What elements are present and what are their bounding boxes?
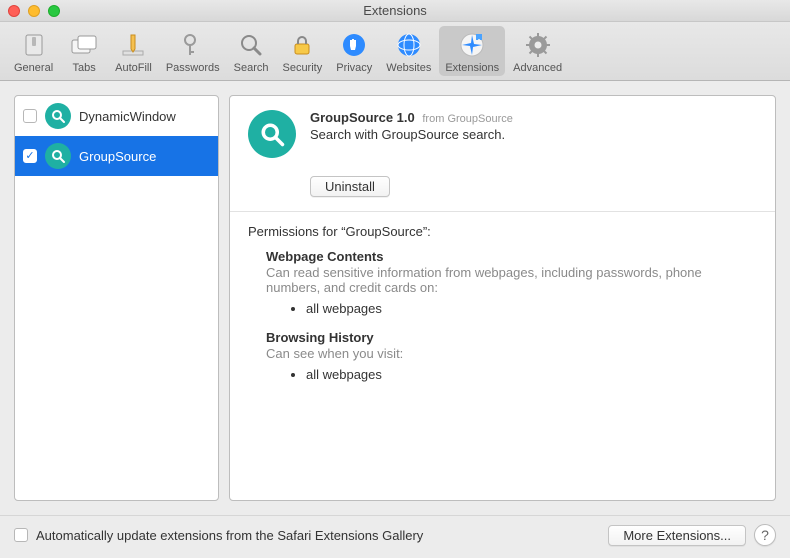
section-title: Browsing History xyxy=(266,330,757,345)
extension-name: GroupSource xyxy=(79,149,156,164)
check-icon: ✓ xyxy=(25,151,34,162)
toolbar-websites[interactable]: Websites xyxy=(380,26,437,76)
toolbar-security[interactable]: Security xyxy=(276,26,328,76)
auto-update-label: Automatically update extensions from the… xyxy=(36,528,600,543)
hand-icon xyxy=(338,29,370,61)
enable-checkbox[interactable] xyxy=(23,109,37,123)
window-title: Extensions xyxy=(0,3,790,18)
extension-title: GroupSource 1.0 xyxy=(310,110,415,125)
safari-puzzle-icon xyxy=(456,29,488,61)
section-description: Can see when you visit: xyxy=(266,346,757,361)
uninstall-button[interactable]: Uninstall xyxy=(310,176,390,197)
permission-section-browsing-history: Browsing History Can see when you visit:… xyxy=(266,330,757,382)
search-icon xyxy=(235,29,267,61)
more-extensions-button[interactable]: More Extensions... xyxy=(608,525,746,546)
preferences-toolbar: General Tabs AutoFill Passwords Search xyxy=(0,22,790,81)
permission-item: all webpages xyxy=(306,301,757,316)
toolbar-general[interactable]: General xyxy=(8,26,59,76)
permissions-heading: Permissions for “GroupSource”: xyxy=(248,224,757,239)
help-button[interactable]: ? xyxy=(754,524,776,546)
toolbar-label: Tabs xyxy=(73,62,96,74)
titlebar: Extensions xyxy=(0,0,790,22)
magnifier-icon xyxy=(45,103,71,129)
extension-from: from GroupSource xyxy=(422,113,513,125)
toolbar-advanced[interactable]: Advanced xyxy=(507,26,568,76)
section-title: Webpage Contents xyxy=(266,249,757,264)
slider-icon xyxy=(18,29,50,61)
toolbar-label: Passwords xyxy=(166,62,220,74)
tabs-icon xyxy=(68,29,100,61)
section-description: Can read sensitive information from webp… xyxy=(266,265,757,295)
magnifier-icon xyxy=(248,110,296,158)
pencil-icon xyxy=(117,29,149,61)
toolbar-label: Privacy xyxy=(336,62,372,74)
toolbar-label: Search xyxy=(234,62,269,74)
toolbar-label: Websites xyxy=(386,62,431,74)
detail-title-block: GroupSource 1.0 from GroupSource Search … xyxy=(310,110,513,142)
toolbar-label: General xyxy=(14,62,53,74)
lock-icon xyxy=(286,29,318,61)
globe-icon xyxy=(393,29,425,61)
extension-row-dynamicwindow[interactable]: DynamicWindow xyxy=(15,96,218,136)
permission-section-webpage-contents: Webpage Contents Can read sensitive info… xyxy=(266,249,757,316)
toolbar-label: Extensions xyxy=(445,62,499,74)
footer: Automatically update extensions from the… xyxy=(0,515,790,558)
magnifier-icon xyxy=(45,143,71,169)
auto-update-checkbox[interactable] xyxy=(14,528,28,542)
detail-title-line: GroupSource 1.0 from GroupSource xyxy=(310,110,513,125)
toolbar-label: Security xyxy=(282,62,322,74)
toolbar-search[interactable]: Search xyxy=(228,26,275,76)
divider xyxy=(230,211,775,212)
toolbar-autofill[interactable]: AutoFill xyxy=(109,26,158,76)
toolbar-label: AutoFill xyxy=(115,62,152,74)
gear-icon xyxy=(522,29,554,61)
extension-description: Search with GroupSource search. xyxy=(310,127,513,142)
toolbar-extensions[interactable]: Extensions xyxy=(439,26,505,76)
preferences-window: Extensions General Tabs AutoFill Passwor… xyxy=(0,0,790,558)
extension-detail: GroupSource 1.0 from GroupSource Search … xyxy=(229,95,776,501)
toolbar-tabs[interactable]: Tabs xyxy=(61,26,107,76)
toolbar-label: Advanced xyxy=(513,62,562,74)
enable-checkbox[interactable]: ✓ xyxy=(23,149,37,163)
toolbar-privacy[interactable]: Privacy xyxy=(330,26,378,76)
permission-item: all webpages xyxy=(306,367,757,382)
detail-header: GroupSource 1.0 from GroupSource Search … xyxy=(248,110,757,158)
key-icon xyxy=(177,29,209,61)
extension-name: DynamicWindow xyxy=(79,109,176,124)
toolbar-passwords[interactable]: Passwords xyxy=(160,26,226,76)
extensions-list: DynamicWindow ✓ GroupSource xyxy=(14,95,219,501)
content-area: DynamicWindow ✓ GroupSource GroupSource … xyxy=(0,81,790,515)
extension-row-groupsource[interactable]: ✓ GroupSource xyxy=(15,136,218,176)
